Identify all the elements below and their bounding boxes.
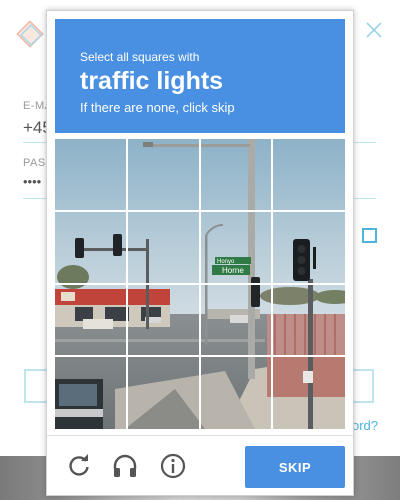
footer-divider	[47, 435, 353, 436]
grid-tile-16[interactable]	[273, 357, 345, 429]
app-logo-icon	[16, 20, 44, 48]
reload-icon[interactable]	[65, 452, 93, 480]
grid-tile-3[interactable]	[201, 139, 273, 212]
close-icon[interactable]	[364, 20, 384, 40]
password-underline-right	[352, 198, 376, 199]
captcha-instructions-header: Select all squares with traffic lights I…	[55, 19, 345, 133]
grid-tile-11[interactable]	[201, 285, 273, 357]
instruction-text: Select all squares with	[80, 50, 200, 64]
grid-tile-15[interactable]	[201, 357, 273, 429]
password-underline-left	[23, 198, 47, 199]
captcha-image-grid: Honyo Horne	[55, 139, 345, 429]
grid-tile-1[interactable]	[55, 139, 128, 212]
info-icon[interactable]	[159, 452, 187, 480]
grid-tile-7[interactable]	[201, 212, 273, 285]
email-underline-left	[23, 142, 47, 143]
captcha-dialog: Select all squares with traffic lights I…	[46, 10, 354, 496]
grid-tile-4[interactable]	[273, 139, 345, 212]
grid-tile-13[interactable]	[55, 357, 128, 429]
grid-tile-2[interactable]	[128, 139, 201, 212]
email-underline-right	[352, 142, 376, 143]
grid-tile-14[interactable]	[128, 357, 201, 429]
target-object-text: traffic lights	[80, 67, 224, 95]
grid-tile-12[interactable]	[273, 285, 345, 357]
skip-hint-text: If there are none, click skip	[80, 100, 235, 115]
remember-checkbox[interactable]	[362, 228, 377, 243]
grid-tile-5[interactable]	[55, 212, 128, 285]
password-field[interactable]: ••••	[23, 174, 41, 189]
grid-tile-6[interactable]	[128, 212, 201, 285]
forgot-password-link[interactable]: ord?	[352, 418, 378, 433]
skip-button[interactable]: SKIP	[245, 446, 345, 488]
grid-tile-8[interactable]	[273, 212, 345, 285]
audio-icon[interactable]	[111, 452, 139, 480]
grid-tile-10[interactable]	[128, 285, 201, 357]
grid-tile-9[interactable]	[55, 285, 128, 357]
